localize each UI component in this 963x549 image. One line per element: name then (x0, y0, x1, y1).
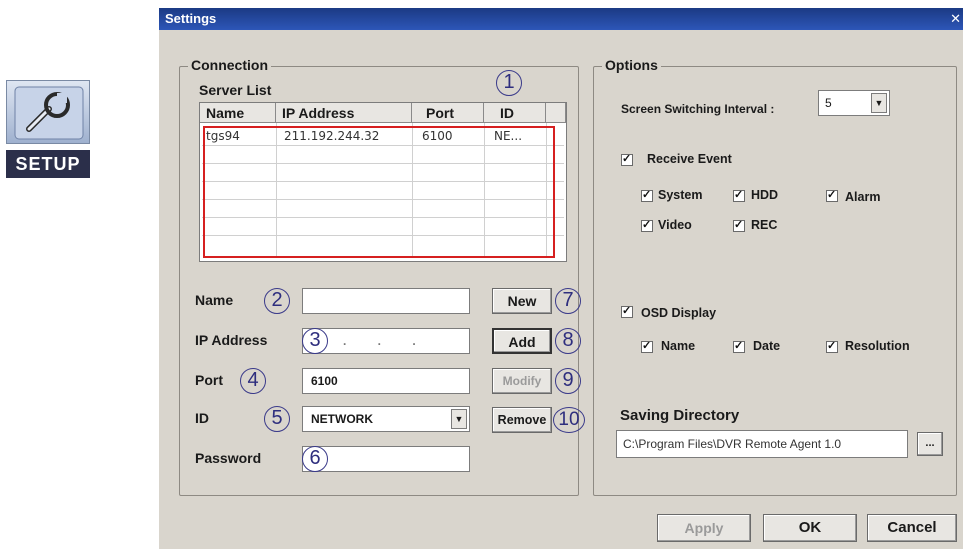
id-dropdown[interactable]: NETWORK ▼ (302, 406, 470, 432)
settings-window: Settings ✕ Connection Server List Name I… (159, 8, 963, 549)
interval-value: 5 (825, 96, 832, 110)
system-checkbox[interactable] (641, 188, 653, 202)
name-input[interactable] (302, 288, 470, 314)
callout-8: 8 (555, 328, 581, 354)
hdd-checkbox[interactable] (733, 188, 745, 202)
hdd-label: HDD (751, 188, 779, 202)
callout-3: 3 (302, 328, 328, 354)
setup-label: SETUP (6, 150, 90, 178)
apply-button[interactable]: Apply (657, 514, 751, 542)
chevron-down-icon[interactable]: ▼ (451, 409, 467, 429)
receive-event-label: Receive Event (647, 152, 732, 166)
saving-directory-input[interactable]: C:\Program Files\DVR Remote Agent 1.0 (616, 430, 908, 458)
osd-display-label: OSD Display (641, 306, 717, 320)
ip-address-label: IP Address (195, 332, 268, 348)
alarm-label: Alarm (845, 190, 881, 204)
rec-checkbox[interactable] (733, 218, 745, 232)
browse-button[interactable]: ... (917, 432, 943, 456)
interval-select[interactable]: 5 ▼ (818, 90, 890, 116)
new-button[interactable]: New (492, 288, 552, 314)
osd-display-checkbox[interactable] (621, 304, 633, 318)
options-title: Options (602, 57, 661, 73)
window-title: Settings (165, 11, 217, 26)
callout-7: 7 (555, 288, 581, 314)
title-bar: Settings (159, 8, 963, 30)
video-label: Video (658, 218, 692, 232)
close-icon[interactable]: ✕ (950, 8, 961, 30)
chevron-down-icon[interactable]: ▼ (871, 93, 887, 113)
list-highlight-box (203, 126, 555, 258)
setup-icon[interactable] (6, 80, 90, 144)
port-label: Port (195, 372, 223, 388)
id-dropdown-value: NETWORK (311, 412, 373, 426)
column-header-ip[interactable]: IP Address (276, 103, 412, 123)
saving-directory-title: Saving Directory (620, 407, 740, 424)
modify-button[interactable]: Modify (492, 368, 552, 394)
alarm-checkbox[interactable] (826, 188, 838, 202)
osd-date-checkbox[interactable] (733, 339, 745, 353)
column-header-spacer (546, 103, 566, 123)
port-input[interactable]: 6100 (302, 368, 470, 394)
ok-button[interactable]: OK (763, 514, 857, 542)
video-checkbox[interactable] (641, 218, 653, 232)
osd-name-checkbox[interactable] (641, 339, 653, 353)
rec-label: REC (751, 218, 778, 232)
callout-1: 1 (496, 70, 522, 96)
callout-4: 4 (240, 368, 266, 394)
server-list-label: Server List (199, 82, 272, 98)
password-label: Password (195, 450, 262, 466)
osd-resolution-label: Resolution (845, 339, 910, 353)
system-label: System (658, 188, 703, 202)
column-header-name[interactable]: Name (200, 103, 276, 123)
osd-name-label: Name (661, 339, 696, 353)
osd-resolution-checkbox[interactable] (826, 339, 838, 353)
column-header-id[interactable]: ID (484, 103, 546, 123)
callout-5: 5 (264, 406, 290, 432)
connection-title: Connection (188, 57, 271, 73)
osd-date-label: Date (753, 339, 781, 353)
column-header-port[interactable]: Port (412, 103, 484, 123)
callout-2: 2 (264, 288, 290, 314)
callout-9: 9 (555, 368, 581, 394)
receive-event-checkbox[interactable] (621, 152, 633, 166)
interval-label: Screen Switching Interval : (621, 102, 775, 116)
name-label: Name (195, 292, 234, 308)
id-label: ID (195, 410, 209, 426)
add-button[interactable]: Add (492, 328, 552, 354)
cancel-button[interactable]: Cancel (867, 514, 957, 542)
remove-button[interactable]: Remove (492, 407, 552, 433)
callout-10: 10 (553, 407, 585, 433)
callout-6: 6 (302, 446, 328, 472)
